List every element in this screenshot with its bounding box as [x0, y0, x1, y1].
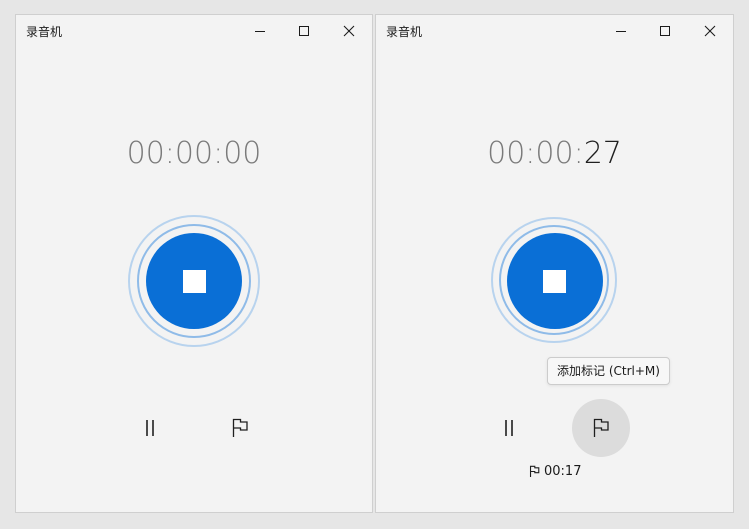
elapsed-time-dim: 00:00:00	[126, 136, 262, 171]
recording-indicator	[489, 215, 621, 347]
maximize-button[interactable]	[291, 19, 317, 43]
marker-item[interactable]: 00:17	[529, 464, 581, 479]
elapsed-time-dim: 00:00:	[487, 136, 584, 171]
flag-icon	[593, 418, 609, 437]
flag-icon	[529, 465, 540, 477]
window-title: 录音机	[26, 25, 63, 39]
pause-icon	[505, 420, 513, 436]
elapsed-time: 00:00:00	[16, 136, 372, 171]
recording-indicator	[128, 215, 260, 347]
close-icon	[343, 25, 355, 37]
minimize-icon	[616, 31, 626, 32]
minimize-icon	[255, 31, 265, 32]
marker-time: 00:17	[544, 464, 582, 479]
stop-recording-button[interactable]	[146, 233, 242, 329]
minimize-button[interactable]	[247, 19, 273, 43]
stop-icon	[543, 269, 566, 293]
elapsed-time: 00:00:27	[376, 136, 733, 171]
close-button[interactable]	[336, 19, 362, 43]
maximize-icon	[660, 26, 670, 36]
flag-icon	[232, 418, 248, 437]
add-marker-button[interactable]	[211, 399, 269, 457]
voice-recorder-window-left: 录音机 00:00:00	[15, 14, 373, 513]
minimize-button[interactable]	[608, 19, 634, 43]
pause-button[interactable]	[489, 408, 529, 448]
title-bar[interactable]: 录音机	[376, 15, 733, 47]
maximize-icon	[299, 26, 309, 36]
pause-button[interactable]	[130, 408, 170, 448]
stop-icon	[182, 269, 206, 293]
add-marker-tooltip: 添加标记 (Ctrl+M)	[547, 357, 670, 385]
pause-icon	[146, 420, 154, 436]
window-title: 录音机	[386, 25, 423, 39]
close-button[interactable]	[697, 19, 723, 43]
maximize-button[interactable]	[652, 19, 678, 43]
stop-recording-button[interactable]	[506, 233, 603, 329]
close-icon	[704, 25, 716, 37]
elapsed-time-active: 27	[583, 136, 622, 171]
voice-recorder-window-right: 录音机 00:00:27 添加标记 (Ctrl+M) 00:17	[375, 14, 734, 513]
title-bar[interactable]: 录音机	[16, 15, 372, 47]
add-marker-button[interactable]	[572, 399, 630, 457]
